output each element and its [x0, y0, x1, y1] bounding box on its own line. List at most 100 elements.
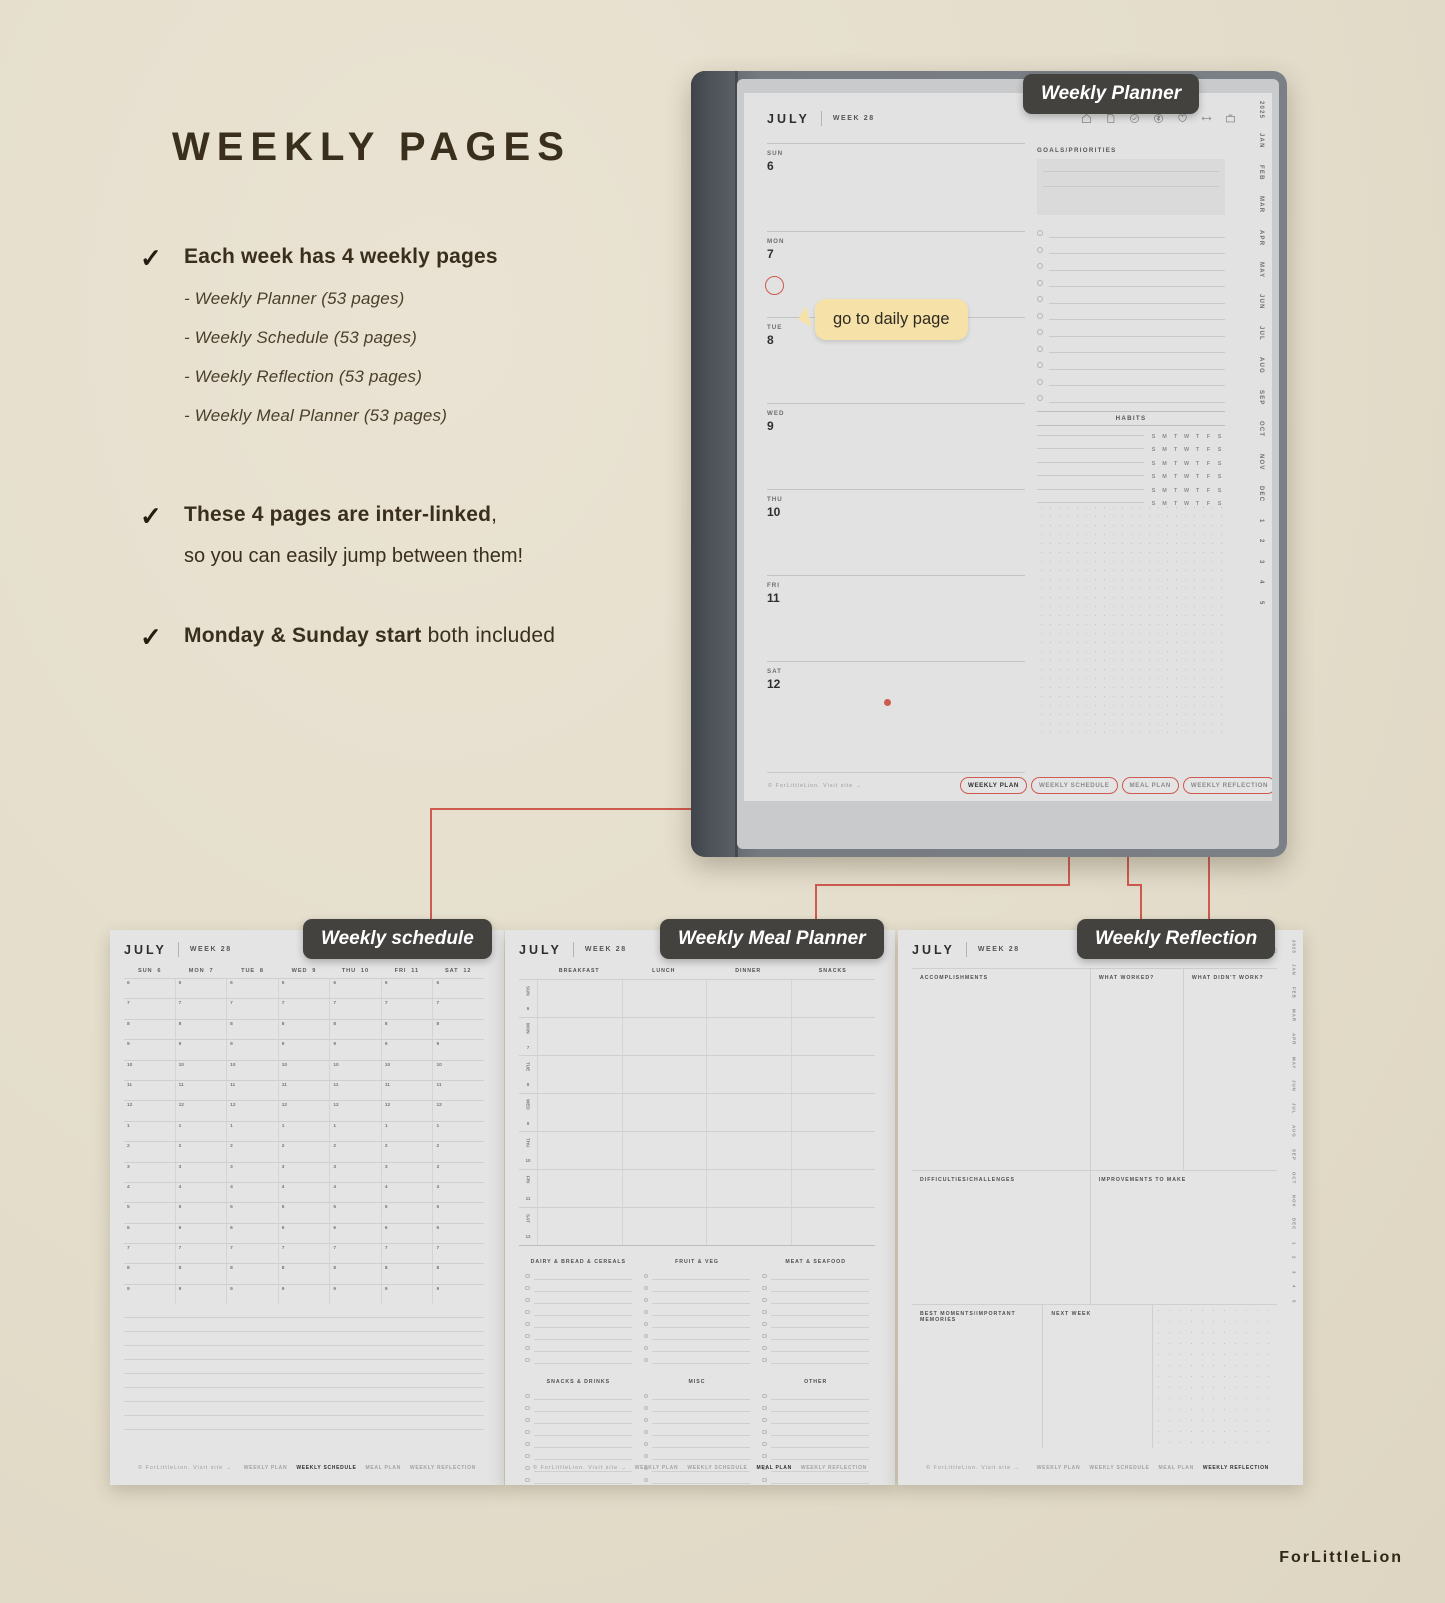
- habit-row[interactable]: SMTWTFS: [1037, 426, 1225, 440]
- month-tab-sep[interactable]: SEP: [1292, 1149, 1297, 1161]
- schedule-cell[interactable]: 9: [226, 1040, 278, 1060]
- grocery-item-row[interactable]: [762, 1474, 870, 1485]
- habit-day[interactable]: S: [1214, 461, 1225, 467]
- schedule-cell[interactable]: 3: [124, 1163, 175, 1182]
- grocery-item-row[interactable]: [525, 1306, 632, 1318]
- grocery-item-row[interactable]: [525, 1330, 632, 1342]
- schedule-cell[interactable]: 6: [226, 979, 278, 999]
- schedule-cell[interactable]: 5: [226, 1203, 278, 1223]
- grocery-item-row[interactable]: [525, 1390, 632, 1402]
- schedule-cell[interactable]: 2: [124, 1142, 175, 1161]
- checkbox-circle-icon[interactable]: [1037, 345, 1043, 352]
- checkbox-circle-icon[interactable]: [525, 1465, 530, 1471]
- nav-weekly-schedule[interactable]: WEEKLY SCHEDULE: [296, 1465, 356, 1471]
- grocery-item-row[interactable]: [525, 1282, 632, 1294]
- month-tab-aug[interactable]: AUG: [1292, 1125, 1297, 1138]
- month-tab-jun[interactable]: JUN: [1258, 294, 1264, 310]
- checkbox-circle-icon[interactable]: [525, 1321, 530, 1327]
- checkbox-circle-icon[interactable]: [1037, 395, 1043, 402]
- habit-day[interactable]: W: [1181, 474, 1192, 480]
- todo-row[interactable]: [1037, 357, 1225, 374]
- schedule-cell[interactable]: 11: [329, 1080, 381, 1101]
- checkbox-circle-icon[interactable]: [1037, 230, 1043, 237]
- meal-cell[interactable]: [706, 1170, 791, 1207]
- habit-day[interactable]: M: [1159, 488, 1170, 494]
- meal-cell[interactable]: [621, 980, 707, 1017]
- habit-day[interactable]: F: [1203, 461, 1214, 467]
- schedule-cell[interactable]: 3: [432, 1162, 484, 1182]
- schedule-cell[interactable]: 2: [329, 1142, 381, 1162]
- checkbox-circle-icon[interactable]: [525, 1297, 530, 1303]
- habit-day[interactable]: W: [1181, 434, 1192, 440]
- schedule-note-line[interactable]: [124, 1429, 484, 1431]
- schedule-cell[interactable]: 1: [329, 1121, 381, 1142]
- month-tab-aug[interactable]: AUG: [1258, 357, 1264, 374]
- checkbox-circle-icon[interactable]: [1037, 312, 1043, 319]
- grocery-item-row[interactable]: [643, 1318, 751, 1330]
- schedule-cell[interactable]: 11: [174, 1080, 227, 1101]
- grocery-item-row[interactable]: [762, 1450, 870, 1462]
- habit-day[interactable]: S: [1214, 488, 1225, 494]
- schedule-cell[interactable]: 4: [124, 1183, 175, 1202]
- planner-day-sat[interactable]: SAT 12: [767, 661, 1025, 747]
- nav-meal-plan[interactable]: MEAL PLAN: [757, 1465, 792, 1471]
- schedule-cell[interactable]: 2: [380, 1142, 433, 1162]
- checkbox-circle-icon[interactable]: [643, 1285, 649, 1291]
- checkbox-circle-icon[interactable]: [525, 1441, 530, 1447]
- checkbox-circle-icon[interactable]: [643, 1441, 649, 1447]
- meal-grid[interactable]: SUN 6 MON 7 TUE 8 WED 9 THU 10 FRI 11 SAT 12: [519, 979, 875, 1246]
- planner-day-wed[interactable]: WED 9: [767, 403, 1025, 489]
- month-tab-sep[interactable]: SEP: [1258, 390, 1264, 406]
- month-tab-3[interactable]: 3: [1292, 1271, 1297, 1274]
- grocery-item-row[interactable]: [762, 1294, 870, 1306]
- schedule-cell[interactable]: 11: [124, 1081, 175, 1100]
- reflection-what-didnt-work[interactable]: WHAT DIDN'T WORK?: [1184, 969, 1277, 1170]
- planner-nav-buttons[interactable]: WEEKLY PLAN WEEKLY SCHEDULE MEAL PLAN WE…: [960, 777, 1272, 794]
- habit-day[interactable]: F: [1203, 434, 1214, 440]
- schedule-cell[interactable]: 10: [226, 1060, 278, 1080]
- schedule-cell[interactable]: 7: [124, 999, 175, 1018]
- checkbox-circle-icon[interactable]: [643, 1393, 649, 1399]
- month-tab-4[interactable]: 4: [1258, 580, 1264, 585]
- schedule-cell[interactable]: 6: [174, 1223, 227, 1244]
- meal-cell[interactable]: [706, 1094, 791, 1131]
- habit-row[interactable]: SMTWTFS: [1037, 480, 1225, 494]
- grocery-item-row[interactable]: [525, 1342, 632, 1354]
- meal-cell[interactable]: [537, 1132, 622, 1169]
- schedule-cell[interactable]: 6: [329, 979, 381, 999]
- schedule-cell[interactable]: 9: [380, 1284, 433, 1305]
- schedule-cell[interactable]: 7: [226, 1244, 278, 1264]
- schedule-cell[interactable]: 5: [124, 1203, 175, 1222]
- grocery-item-row[interactable]: [762, 1342, 870, 1354]
- schedule-cell[interactable]: 1: [277, 1121, 330, 1142]
- nav-weekly-plan[interactable]: WEEKLY PLAN: [244, 1465, 288, 1471]
- todo-row[interactable]: [1037, 324, 1225, 341]
- todo-row[interactable]: [1037, 225, 1225, 242]
- reflection-best-moments[interactable]: BEST MOMENTS/IMPORTANT MEMORIES: [912, 1304, 1044, 1448]
- schedule-cell[interactable]: 7: [277, 999, 330, 1019]
- habit-day[interactable]: M: [1159, 474, 1170, 480]
- meal-cell[interactable]: [537, 1094, 622, 1131]
- schedule-cell[interactable]: 5: [329, 1203, 381, 1223]
- schedule-cell[interactable]: 7: [380, 1244, 433, 1264]
- schedule-cell[interactable]: 9: [329, 1284, 381, 1305]
- habit-row[interactable]: SMTWTFS: [1037, 440, 1225, 453]
- schedule-cell[interactable]: 11: [432, 1080, 484, 1101]
- month-tab-apr[interactable]: APR: [1258, 230, 1264, 246]
- schedule-cell[interactable]: 9: [124, 1040, 175, 1059]
- month-tab-feb[interactable]: FEB: [1258, 165, 1264, 181]
- checkbox-circle-icon[interactable]: [1037, 362, 1043, 369]
- meal-cell[interactable]: [537, 1056, 622, 1093]
- meal-cell[interactable]: [537, 1208, 622, 1245]
- checkbox-circle-icon[interactable]: [1037, 246, 1043, 253]
- meal-cell[interactable]: [706, 1132, 791, 1169]
- checkbox-circle-icon[interactable]: [643, 1273, 649, 1279]
- checkbox-circle-icon[interactable]: [762, 1417, 767, 1423]
- schedule-note-line[interactable]: [124, 1387, 484, 1389]
- schedule-cell[interactable]: 7: [329, 1244, 381, 1264]
- goals-box[interactable]: [1037, 159, 1225, 215]
- meal-cell[interactable]: [790, 980, 876, 1017]
- schedule-cell[interactable]: 9: [124, 1285, 175, 1304]
- grocery-item-row[interactable]: [643, 1270, 751, 1282]
- checkbox-circle-icon[interactable]: [762, 1393, 767, 1399]
